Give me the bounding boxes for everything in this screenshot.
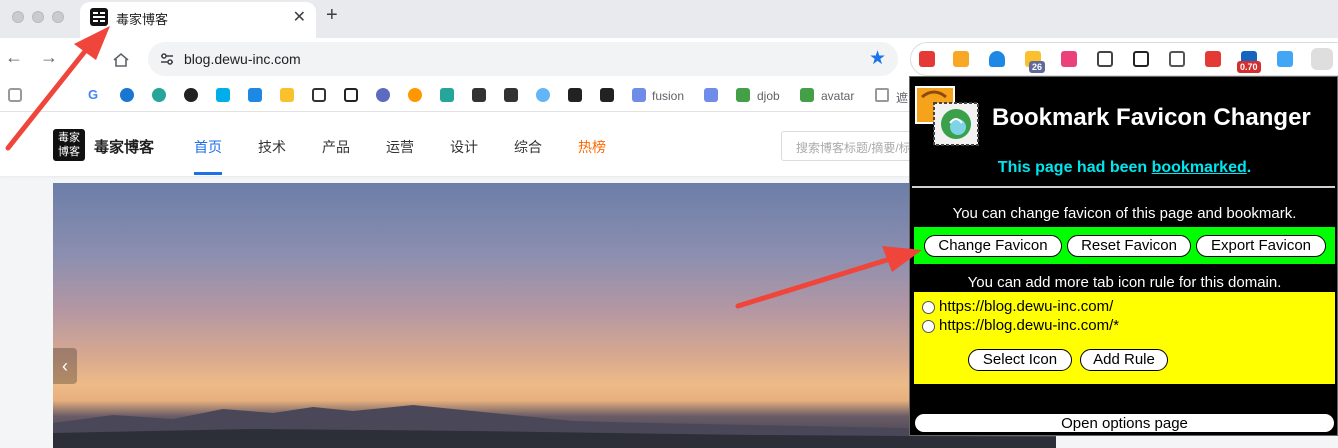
drive-bookmark-icon[interactable] [280,88,294,102]
rule-radio[interactable] [922,301,935,314]
apps-grid-icon[interactable] [8,88,22,102]
extensions-area: 26 0.70 [910,42,1338,76]
carousel-prev-button[interactable]: ‹ [53,348,77,384]
extension-badge: 26 [1029,61,1046,73]
minimize-window-button[interactable] [32,11,44,23]
change-favicon-button[interactable]: Change Favicon [924,235,1062,257]
bookmarked-link[interactable]: bookmarked [1152,159,1247,176]
github-bookmark-icon[interactable] [184,88,198,102]
divider [912,186,1335,188]
bookmark-icon[interactable] [408,88,422,102]
back-arrow-icon[interactable]: ← [5,47,23,68]
nav-product[interactable]: 产品 [322,137,350,157]
vue-extension-icon[interactable] [989,51,1005,67]
active-tab-indicator [194,172,222,175]
qr-code-extension-icon[interactable] [1097,51,1113,67]
logo-text: 毒家 [58,132,80,144]
nav-design[interactable]: 设计 [450,137,478,157]
doc-bookmark-icon[interactable] [704,88,718,102]
tab-bar: 毒家博客 ✕ + [0,0,1338,38]
change-favicon-hint: You can change favicon of this page and … [952,205,1297,222]
reset-favicon-button[interactable]: Reset Favicon [1067,235,1191,257]
site-logo[interactable]: 毒家 博客 [53,129,85,161]
tab-close-icon[interactable]: ✕ [293,7,306,27]
site-header: 毒家 博客 毒家博客 首页 技术 产品 运营 设计 综合 热榜 搜索博客标题/摘… [0,112,921,176]
export-favicon-button[interactable]: Export Favicon [1196,235,1326,257]
bookmark-status: This page had been bookmarked. [910,159,1338,177]
bookmark-label[interactable]: avatar [821,89,854,103]
browser-tab[interactable]: 毒家博客 ✕ [80,2,316,38]
tab-title: 毒家博客 [116,12,169,27]
address-bar[interactable]: blog.dewu-inc.com ★ [148,42,898,76]
favicon-changer-extension-icon[interactable] [1311,48,1333,70]
notion-bookmark-icon[interactable] [344,88,358,102]
rule-label[interactable]: https://blog.dewu-inc.com/ [939,298,1113,315]
extension-popup: Bookmark Favicon Changer This page had b… [909,76,1338,436]
translate-extension-icon[interactable] [1061,51,1077,67]
home-icon[interactable] [112,51,130,69]
tab-icon-rules-panel: https://blog.dewu-inc.com/ https://blog.… [914,292,1335,384]
forward-arrow-icon[interactable]: → [40,47,58,68]
maximize-window-button[interactable] [52,11,64,23]
bookmark-icon[interactable] [248,88,262,102]
nav-tech[interactable]: 技术 [258,137,286,157]
bilibili-bookmark-icon[interactable] [216,88,230,102]
mountain-silhouette [53,405,1056,448]
dewu-bookmark-icon[interactable] [472,88,486,102]
apps-extension-icon[interactable] [1277,51,1293,67]
nav-hot[interactable]: 热榜 [578,137,606,157]
bookmark-icon[interactable] [376,88,390,102]
nav-home[interactable]: 首页 [194,137,222,157]
bookmark-favicon-changer-logo-icon [915,86,979,146]
notion-extension-icon[interactable] [1133,51,1149,67]
bookmark-label[interactable]: djob [757,89,780,103]
rule-label[interactable]: https://blog.dewu-inc.com/* [939,317,1119,334]
favicon-actions-panel: Change Favicon Reset Favicon Export Favi… [914,227,1335,264]
sheet-bookmark-icon[interactable] [800,88,814,102]
blog-bookmark-icon[interactable] [568,88,582,102]
status-text: . [1246,159,1252,176]
bookmark-label[interactable]: fusion [652,89,684,103]
doc-bookmark-icon[interactable] [632,88,646,102]
nav-general[interactable]: 综合 [514,137,542,157]
site-settings-icon[interactable] [158,50,176,68]
site-search-input[interactable]: 搜索博客标题/摘要/标签 [781,131,921,161]
fe-extension-icon[interactable] [1205,51,1221,67]
extension-badge: 0.70 [1237,61,1261,73]
rule-radio[interactable] [922,320,935,333]
tab-favicon-icon [90,8,108,26]
china-flag-extension-icon[interactable] [919,51,935,67]
google-bookmark-icon[interactable]: G [88,88,102,102]
new-tab-icon[interactable]: + [326,4,338,27]
nav-operations[interactable]: 运营 [386,137,414,157]
tab-icon-rule-hint: You can add more tab icon rule for this … [967,274,1282,291]
bookmark-icon[interactable] [440,88,454,102]
sheet-bookmark-icon[interactable] [736,88,750,102]
folder-icon[interactable] [875,88,889,102]
select-icon-button[interactable]: Select Icon [968,349,1072,371]
bookmark-label[interactable]: 遮 [896,89,908,106]
popup-title: Bookmark Favicon Changer [992,104,1311,131]
dewu-bookmark-icon[interactable] [504,88,518,102]
bookmark-icon[interactable] [152,88,166,102]
status-text: This page had been [997,159,1152,176]
url-text[interactable]: blog.dewu-inc.com [184,51,301,67]
site-name[interactable]: 毒家博客 [94,136,154,157]
download-extension-icon[interactable] [953,51,969,67]
blog-bookmark-icon[interactable] [600,88,614,102]
bookmark-star-icon[interactable]: ★ [869,47,886,70]
close-window-button[interactable] [12,11,24,23]
cloud-bookmark-icon[interactable] [536,88,550,102]
open-options-button[interactable]: Open options page [914,413,1335,433]
logo-text: 博客 [58,146,80,158]
bookmark-icon[interactable] [120,88,134,102]
browser-toolbar: ← → blog.dewu-inc.com ★ 26 0.70 [0,38,1338,80]
hero-banner-image[interactable] [53,183,1056,448]
add-rule-button[interactable]: Add Rule [1080,349,1168,371]
bookmark-icon[interactable] [312,88,326,102]
copy-extension-icon[interactable] [1169,51,1185,67]
